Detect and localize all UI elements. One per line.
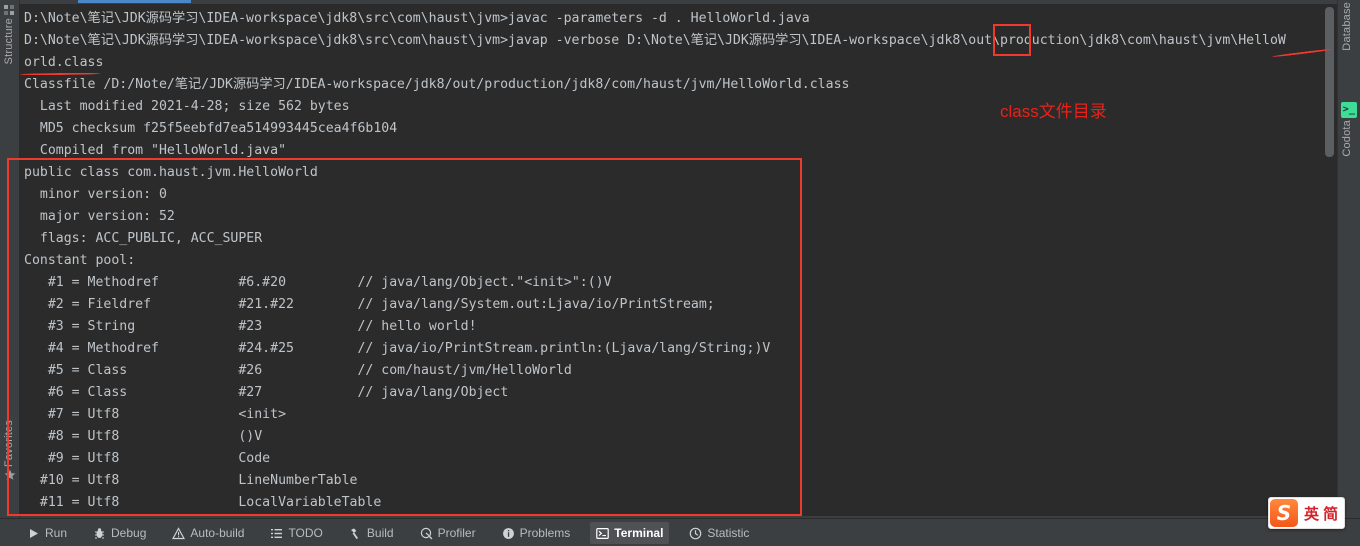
terminal-scrollbar[interactable] (1325, 7, 1334, 157)
tab-label: Problems (519, 526, 571, 540)
terminal-line: #6 = Class #27 // java/lang/Object (24, 385, 509, 400)
tab-label: Run (45, 526, 68, 540)
sidebar-item-structure[interactable]: Structure (0, 2, 19, 80)
sidebar-item-database[interactable]: Database (1338, 2, 1360, 78)
terminal-line: #1 = Methodref #6.#20 // java/lang/Objec… (24, 275, 612, 290)
terminal-line: #9 = Utf8 Code (24, 451, 271, 466)
active-tab-underline (78, 0, 191, 3)
tab-label: Debug (111, 526, 147, 540)
tab-debug[interactable]: Debug (87, 522, 152, 544)
sidebar-item-favorites[interactable]: Favorites (0, 420, 19, 516)
clock-icon (689, 527, 702, 540)
ime-floating-widget[interactable]: S 英 简 (1268, 497, 1346, 529)
tab-run[interactable]: Run (21, 522, 73, 544)
structure-icon (3, 4, 16, 16)
sidebar-item-structure-label: Structure (3, 18, 15, 65)
terminal-line: public class com.haust.jvm.HelloWorld (24, 165, 318, 180)
tab-label: TODO (288, 526, 323, 540)
right-tool-rail: Database >_ Codota (1337, 0, 1360, 518)
sidebar-item-favorites-label: Favorites (3, 420, 15, 468)
profiler-icon (420, 527, 433, 540)
tab-todo[interactable]: TODO (264, 522, 328, 544)
terminal-line: #7 = Utf8 <init> (24, 407, 287, 422)
tab-build[interactable]: Build (343, 522, 400, 544)
terminal-line: Last modified 2021-4-28; size 562 bytes (24, 99, 350, 114)
sogou-logo-icon: S (1270, 499, 1298, 527)
terminal-icon (596, 527, 610, 540)
tab-label: Build (366, 526, 394, 540)
bottom-tab-list: Run Debug Auto-build TODO Build Profiler Probl… (14, 519, 762, 546)
bottom-tool-window-bar: Run Debug Auto-build TODO Build Profiler Probl… (0, 518, 1360, 546)
ime-mode-label[interactable]: 英 简 (1298, 503, 1344, 524)
terminal-line: Compiled from "HelloWorld.java" (24, 143, 287, 158)
info-icon (502, 527, 515, 540)
terminal-line: #10 = Utf8 LineNumberTable (24, 473, 358, 488)
terminal-output: D:\Note\笔记\JDK源码学习\IDEA-workspace\jdk8\s… (24, 8, 1337, 514)
tab-label: Statistic (707, 526, 750, 540)
terminal-line: #4 = Methodref #24.#25 // java/io/PrintS… (24, 341, 771, 356)
sidebar-item-codota[interactable]: >_ Codota (1338, 100, 1360, 180)
play-icon (27, 527, 40, 540)
terminal-line: #2 = Fieldref #21.#22 // java/lang/Syste… (24, 297, 715, 312)
terminal-line: D:\Note\笔记\JDK源码学习\IDEA-workspace\jdk8\s… (24, 33, 1286, 48)
tab-label: Terminal (614, 526, 664, 540)
terminal-line: #5 = Class #26 // com/haust/jvm/HelloWor… (24, 363, 572, 378)
tab-label: Auto-build (190, 526, 245, 540)
tab-profiler[interactable]: Profiler (414, 522, 482, 544)
terminal-line: flags: ACC_PUBLIC, ACC_SUPER (24, 231, 263, 246)
codota-icon: >_ (1341, 102, 1357, 118)
tab-terminal[interactable]: Terminal (590, 522, 670, 544)
star-icon (4, 469, 16, 481)
terminal-line: orld.class (24, 55, 104, 70)
bug-icon (93, 527, 106, 540)
terminal-line: major version: 52 (24, 209, 175, 224)
terminal-line: minor version: 0 (24, 187, 167, 202)
list-icon (270, 527, 283, 540)
terminal-line: #11 = Utf8 LocalVariableTable (24, 495, 382, 510)
sidebar-item-codota-label: Codota (1341, 120, 1353, 157)
sidebar-item-database-label: Database (1341, 2, 1353, 51)
terminal-line: #8 = Utf8 ()V (24, 429, 263, 444)
tab-problems[interactable]: Problems (496, 522, 577, 544)
ide-window: Structure Favorites Database >_ Codota D… (0, 0, 1360, 546)
warning-icon (172, 526, 186, 540)
hammer-icon (349, 527, 362, 540)
terminal-line: MD5 checksum f25f5eebfd7ea514993445cea4f… (24, 121, 398, 136)
terminal-line: Classfile /D:/Note/笔记/JDK源码学习/IDEA-works… (24, 77, 850, 92)
tab-auto-build[interactable]: Auto-build (166, 522, 250, 544)
annotation-class-dir-note: class文件目录 (1000, 102, 1107, 121)
tab-statistic[interactable]: Statistic (683, 522, 755, 544)
terminal-line: #3 = String #23 // hello world! (24, 319, 477, 334)
terminal-line: D:\Note\笔记\JDK源码学习\IDEA-workspace\jdk8\s… (24, 11, 810, 26)
tab-label: Profiler (437, 526, 476, 540)
left-tool-rail: Structure Favorites (0, 0, 20, 518)
terminal-pane[interactable]: D:\Note\笔记\JDK源码学习\IDEA-workspace\jdk8\s… (19, 4, 1337, 516)
terminal-line: Constant pool: (24, 253, 136, 268)
